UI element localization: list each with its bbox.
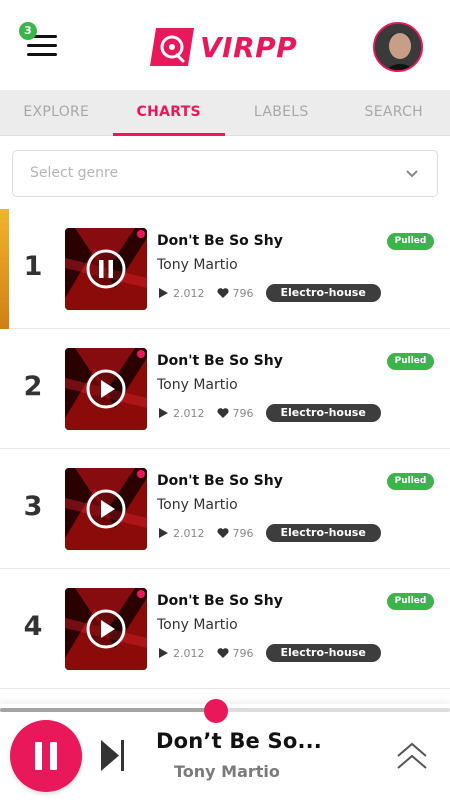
chevron-down-icon [406, 170, 418, 178]
main-tabs: EXPLORE CHARTS LABELS SEARCH [0, 90, 450, 136]
track-artist[interactable]: Tony Martio [157, 257, 238, 273]
play-icon[interactable] [86, 369, 126, 409]
play-count-icon [159, 288, 168, 298]
rank-number: 4 [23, 611, 43, 642]
heart-icon[interactable] [216, 407, 229, 419]
track-artist[interactable]: Tony Martio [157, 377, 238, 393]
chart-list: 1 Don't Be So Shy Tony Martio 2.012 796 … [0, 209, 450, 704]
chevron-up-icon[interactable] [396, 742, 428, 772]
chart-row[interactable]: 2 Don't Be So Shy Tony Martio 2.012 796 … [0, 329, 450, 449]
track-title[interactable]: Don't Be So Shy [157, 233, 283, 249]
user-avatar[interactable] [373, 22, 423, 72]
track-stats: 2.012 796 Electro-house [157, 284, 381, 302]
track-artwork[interactable] [65, 588, 147, 670]
play-count: 2.012 [173, 406, 205, 420]
genre-tag[interactable]: Electro-house [265, 404, 381, 422]
app-logo: VIRPP [150, 27, 297, 67]
rank-number: 1 [23, 251, 43, 282]
tab-charts[interactable]: CHARTS [112, 90, 226, 136]
track-artwork[interactable] [65, 228, 147, 310]
rank-highlight [0, 209, 9, 329]
play-count-icon [159, 408, 168, 418]
mini-player: Don’t Be So... Tony Martio [0, 699, 450, 800]
chart-row[interactable]: 4 Don't Be So Shy Tony Martio 2.012 796 … [0, 569, 450, 689]
tab-search[interactable]: SEARCH [338, 90, 450, 135]
play-count: 2.012 [173, 286, 205, 300]
genre-tag[interactable]: Electro-house [265, 644, 381, 662]
heart-icon[interactable] [216, 527, 229, 539]
pause-icon-bar [35, 742, 42, 770]
notification-badge: 3 [19, 22, 37, 40]
pause-icon[interactable] [86, 249, 126, 289]
play-count-icon [159, 648, 168, 658]
like-count: 796 [232, 286, 254, 300]
pause-button[interactable] [10, 720, 82, 792]
avatar-portrait [375, 24, 421, 70]
pulled-badge: Pulled [387, 473, 434, 490]
play-icon[interactable] [86, 489, 126, 529]
pulled-badge: Pulled [387, 233, 434, 250]
genre-tag[interactable]: Electro-house [265, 524, 381, 542]
track-artwork[interactable] [65, 468, 147, 550]
genre-tag[interactable]: Electro-house [265, 284, 381, 302]
chart-row[interactable]: 3 Don't Be So Shy Tony Martio 2.012 796 … [0, 449, 450, 569]
vinyl-logo-icon [150, 28, 194, 66]
track-stats: 2.012 796 Electro-house [157, 524, 381, 542]
app-header: 3 VIRPP [0, 0, 450, 90]
now-playing-title[interactable]: Don’t Be So... [156, 729, 322, 753]
skip-next-icon[interactable] [100, 739, 126, 772]
like-count: 796 [232, 646, 254, 660]
play-icon[interactable] [86, 609, 126, 649]
tab-explore[interactable]: EXPLORE [0, 90, 113, 135]
track-title[interactable]: Don't Be So Shy [157, 473, 283, 489]
pulled-badge: Pulled [387, 353, 434, 370]
track-artist[interactable]: Tony Martio [157, 497, 238, 513]
track-stats: 2.012 796 Electro-house [157, 404, 381, 422]
track-title[interactable]: Don't Be So Shy [157, 593, 283, 609]
play-count-icon [159, 528, 168, 538]
play-count: 2.012 [173, 646, 205, 660]
like-count: 796 [232, 526, 254, 540]
pause-icon-bar [50, 742, 57, 770]
track-artwork[interactable] [65, 348, 147, 430]
like-count: 796 [232, 406, 254, 420]
tab-labels[interactable]: LABELS [225, 90, 338, 135]
rank-number: 2 [23, 371, 43, 402]
pulled-badge: Pulled [387, 593, 434, 610]
heart-icon[interactable] [216, 287, 229, 299]
chart-row[interactable]: 1 Don't Be So Shy Tony Martio 2.012 796 … [0, 209, 450, 329]
track-title[interactable]: Don't Be So Shy [157, 353, 283, 369]
rank-number: 3 [23, 491, 43, 522]
now-playing-artist[interactable]: Tony Martio [174, 762, 280, 781]
track-stats: 2.012 796 Electro-house [157, 644, 381, 662]
logo-text: VIRPP [200, 30, 298, 64]
progress-fill [0, 708, 216, 712]
genre-select-placeholder: Select genre [30, 165, 119, 181]
play-count: 2.012 [173, 526, 205, 540]
track-artist[interactable]: Tony Martio [157, 617, 238, 633]
genre-select[interactable]: Select genre [12, 150, 438, 197]
progress-knob[interactable] [204, 699, 228, 723]
heart-icon[interactable] [216, 647, 229, 659]
